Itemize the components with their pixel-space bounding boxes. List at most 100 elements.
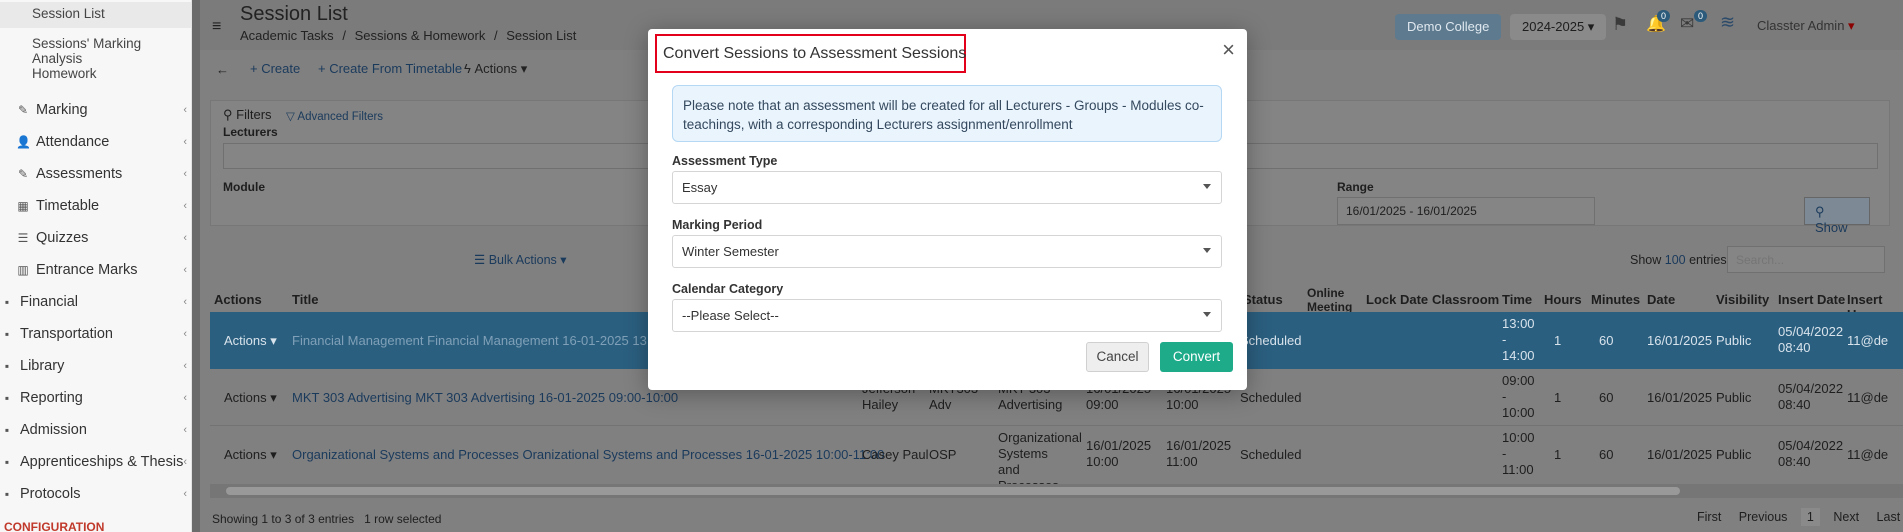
file-icon: ▪ bbox=[4, 487, 10, 501]
row-actions-label: Actions bbox=[224, 333, 267, 348]
horizontal-scrollbar[interactable] bbox=[210, 484, 1903, 498]
scrollbar-thumb[interactable] bbox=[226, 487, 1680, 495]
sidebar-subitem-session-list[interactable]: Session List bbox=[0, 2, 191, 28]
sidebar-item-timetable[interactable]: ▦ Timetable ‹ bbox=[0, 190, 191, 222]
show-button[interactable]: ⚲ Show bbox=[1804, 197, 1870, 235]
col-header-title[interactable]: Title bbox=[292, 292, 319, 307]
bulk-actions-dropdown[interactable]: ☰ Bulk Actions ▾ bbox=[474, 252, 567, 267]
sidebar-item-attendance[interactable]: 👤 Attendance ‹ bbox=[0, 126, 191, 158]
year-selector[interactable]: 2024-2025 ▾ bbox=[1510, 14, 1607, 40]
row-time: 10:00 - 11:00 bbox=[1502, 430, 1535, 477]
row-code: OSP bbox=[929, 447, 957, 462]
pagination: First Previous 1 Next Last bbox=[1697, 508, 1901, 526]
row-end: 16/01/2025 11:00 bbox=[1166, 438, 1232, 469]
row-date: 16/01/2025 bbox=[1647, 333, 1713, 348]
pager-next[interactable]: Next bbox=[1833, 510, 1859, 524]
chevron-left-icon: ‹ bbox=[183, 104, 187, 116]
layers-icon[interactable]: ≋ bbox=[1720, 12, 1735, 33]
sidebar-item-marking[interactable]: ✎ Marking ‹ bbox=[0, 94, 191, 126]
sidebar-item-transportation[interactable]: ▪ Transportation ‹ bbox=[0, 318, 191, 350]
sidebar-item-assessments[interactable]: ✎ Assessments ‹ bbox=[0, 158, 191, 190]
flag-icon[interactable]: ⚑ bbox=[1612, 14, 1628, 35]
row-actions-button[interactable]: Actions ▾ bbox=[224, 390, 277, 406]
sidebar-subitem-marking-analysis[interactable]: Sessions' Marking Analysis bbox=[0, 32, 191, 66]
sidebar-item-label: Assessments bbox=[36, 166, 123, 182]
row-actions-button[interactable]: Actions ▾ bbox=[224, 333, 277, 349]
range-label: Range bbox=[1337, 180, 1374, 194]
calendar-category-value: --Please Select-- bbox=[682, 308, 779, 323]
pager-previous[interactable]: Previous bbox=[1739, 510, 1788, 524]
row-actions-button[interactable]: Actions ▾ bbox=[224, 447, 277, 463]
bus-icon: ▪ bbox=[4, 327, 10, 341]
user-menu[interactable]: Classter Admin ▾ bbox=[1757, 18, 1855, 34]
col-header-lock-date[interactable]: Lock Date bbox=[1366, 292, 1428, 307]
hamburger-icon[interactable]: ≡ bbox=[212, 18, 221, 36]
marking-period-select[interactable]: Winter Semester bbox=[672, 235, 1222, 268]
col-header-online-meeting[interactable]: Online Meeting bbox=[1307, 286, 1357, 314]
col-header-hours[interactable]: Hours bbox=[1544, 292, 1582, 307]
chevron-left-icon: ‹ bbox=[183, 264, 187, 276]
sidebar-item-label: Attendance bbox=[36, 134, 110, 150]
users-icon: 👤 bbox=[16, 135, 31, 149]
sidebar-item-label: Transportation bbox=[20, 326, 113, 342]
info-note: Please note that an assessment will be c… bbox=[672, 85, 1222, 142]
create-from-timetable-button[interactable]: + Create From Timetable bbox=[318, 61, 462, 76]
col-header-insert-date[interactable]: Insert Date bbox=[1778, 292, 1845, 307]
advanced-filters-link[interactable]: ▽ Advanced Filters bbox=[286, 109, 383, 123]
sidebar-item-entrance-marks[interactable]: ▥ Entrance Marks ‹ bbox=[0, 254, 191, 286]
actions-dropdown[interactable]: ϟ Actions ▾ bbox=[464, 61, 527, 77]
breadcrumb-item[interactable]: Sessions & Homework bbox=[355, 28, 486, 43]
convert-button[interactable]: Convert bbox=[1160, 342, 1233, 372]
calendar-category-select[interactable]: --Please Select-- bbox=[672, 299, 1222, 332]
breadcrumb-item[interactable]: Academic Tasks bbox=[240, 28, 334, 43]
sidebar-item-library[interactable]: ▪ Library ‹ bbox=[0, 350, 191, 382]
entries-count-select[interactable]: 100 bbox=[1665, 253, 1686, 267]
row-actions-label: Actions bbox=[224, 447, 267, 462]
col-header-date[interactable]: Date bbox=[1647, 292, 1675, 307]
college-selector[interactable]: Demo College bbox=[1395, 14, 1502, 40]
search-input[interactable] bbox=[1727, 246, 1885, 273]
col-header-status[interactable]: Status bbox=[1243, 292, 1283, 307]
mail-icon[interactable]: ✉ bbox=[1680, 14, 1694, 34]
col-header-actions[interactable]: Actions bbox=[214, 292, 262, 307]
sidebar-item-protocols[interactable]: ▪ Protocols ‹ bbox=[0, 478, 191, 510]
sidebar-item-quizzes[interactable]: ☰ Quizzes ‹ bbox=[0, 222, 191, 254]
col-header-classroom[interactable]: Classroom bbox=[1432, 292, 1499, 307]
pager-current[interactable]: 1 bbox=[1800, 508, 1820, 526]
assessment-type-value: Essay bbox=[682, 180, 718, 195]
sidebar-item-admission[interactable]: ▪ Admission ‹ bbox=[0, 414, 191, 446]
calendar-category-label: Calendar Category bbox=[672, 282, 784, 296]
back-arrow-icon[interactable]: ← bbox=[216, 62, 229, 77]
row-title-link[interactable]: Financial Management Financial Managemen… bbox=[292, 333, 665, 348]
table-info: Showing 1 to 3 of 3 entries 1 row select… bbox=[212, 512, 441, 526]
row-hours: 1 bbox=[1554, 390, 1562, 405]
row-title-link[interactable]: MKT 303 Advertising MKT 303 Advertising … bbox=[292, 390, 678, 405]
edit-icon: ✎ bbox=[17, 103, 29, 117]
sidebar-item-financial[interactable]: ▪ Financial ‹ bbox=[0, 286, 191, 318]
close-icon[interactable]: × bbox=[1222, 39, 1235, 61]
col-header-visibility[interactable]: Visibility bbox=[1716, 292, 1769, 307]
sidebar-item-apprenticeships[interactable]: ▪ Apprenticeships & Thesis ‹ bbox=[0, 446, 191, 478]
sidebar-item-label: Reporting bbox=[20, 390, 83, 406]
chevron-left-icon: ‹ bbox=[183, 328, 187, 340]
page-title: Session List bbox=[240, 3, 348, 25]
bulk-actions-label: Bulk Actions bbox=[488, 253, 557, 267]
col-header-time[interactable]: Time bbox=[1502, 292, 1532, 307]
cancel-button[interactable]: Cancel bbox=[1086, 342, 1149, 372]
table-row[interactable]: Actions ▾ Organizational Systems and Pro… bbox=[210, 426, 1903, 493]
range-input[interactable]: 16/01/2025 - 16/01/2025 bbox=[1337, 197, 1595, 225]
breadcrumb-item: Session List bbox=[506, 28, 577, 43]
create-button[interactable]: + Create bbox=[250, 61, 300, 76]
assessment-type-select[interactable]: Essay bbox=[672, 171, 1222, 204]
row-title-link[interactable]: Organizational Systems and Processes Ora… bbox=[292, 447, 884, 462]
chevron-left-icon: ‹ bbox=[183, 488, 187, 500]
pager-last[interactable]: Last bbox=[1877, 510, 1901, 524]
col-header-minutes[interactable]: Minutes bbox=[1591, 292, 1640, 307]
sidebar: Session List Sessions' Marking Analysis … bbox=[0, 0, 192, 532]
pager-first[interactable]: First bbox=[1697, 510, 1721, 524]
show-entries: Show 100 entries bbox=[1630, 253, 1727, 267]
row-visibility: Public bbox=[1716, 447, 1752, 462]
sidebar-item-reporting[interactable]: ▪ Reporting ‹ bbox=[0, 382, 191, 414]
row-date: 16/01/2025 bbox=[1647, 390, 1713, 405]
sidebar-subitem-homework[interactable]: Homework bbox=[0, 62, 191, 88]
